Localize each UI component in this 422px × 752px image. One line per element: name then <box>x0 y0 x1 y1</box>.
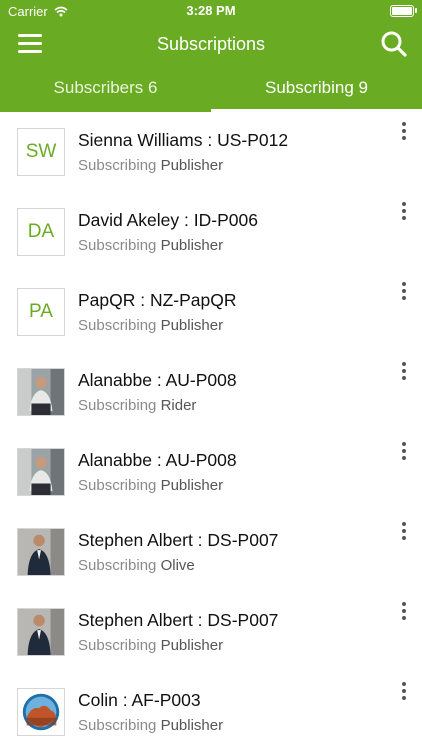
list-item[interactable]: PA PapQR : NZ-PapQR Subscribing Publishe… <box>0 272 422 352</box>
tab-subscribing[interactable]: Subscribing 9 <box>211 66 422 112</box>
item-status: Subscribing <box>78 557 157 574</box>
item-role: Publisher <box>160 477 224 494</box>
list-item[interactable]: DA David Akeley : ID-P006 Subscribing Pu… <box>0 192 422 272</box>
more-options-icon[interactable] <box>400 442 408 460</box>
item-status: Subscribing <box>78 717 157 734</box>
more-options-icon[interactable] <box>400 682 408 700</box>
avatar: PA <box>17 288 65 336</box>
status-time: 3:28 PM <box>186 3 236 18</box>
more-options-icon[interactable] <box>400 122 408 140</box>
tab-bar: Subscribers 6 Subscribing 9 <box>0 66 422 112</box>
more-options-icon[interactable] <box>400 282 408 300</box>
search-icon[interactable] <box>380 30 408 58</box>
item-name: Alanabbe : AU-P008 <box>78 370 237 390</box>
avatar: SW <box>17 128 65 176</box>
item-name: Alanabbe : AU-P008 <box>78 450 237 470</box>
item-status: Subscribing <box>78 397 157 414</box>
item-name: Stephen Albert : DS-P007 <box>78 530 279 550</box>
more-options-icon[interactable] <box>400 362 408 380</box>
item-role: Publisher <box>160 717 224 734</box>
item-role: Publisher <box>160 237 224 254</box>
more-options-icon[interactable] <box>400 602 408 620</box>
battery-icon <box>390 5 417 17</box>
status-bar: Carrier 3:28 PM <box>0 0 422 22</box>
avatar-initials: PA <box>29 301 53 322</box>
item-role: Olive <box>160 557 195 574</box>
list-item[interactable]: Alanabbe : AU-P008 Subscribing Publisher <box>0 432 422 512</box>
avatar-photo <box>17 448 65 496</box>
avatar-photo <box>17 368 65 416</box>
item-status: Subscribing <box>78 637 157 654</box>
item-name: Sienna Williams : US-P012 <box>78 130 289 150</box>
item-status: Subscribing <box>78 157 157 174</box>
list-item[interactable]: SW Sienna Williams : US-P012 Subscribing… <box>0 112 422 192</box>
subscription-list: SW Sienna Williams : US-P012 Subscribing… <box>0 112 422 752</box>
tab-subscribers[interactable]: Subscribers 6 <box>0 66 211 112</box>
page-title: Subscriptions <box>156 33 266 54</box>
avatar-photo <box>17 528 65 576</box>
list-item[interactable]: Stephen Albert : DS-P007 Subscribing Pub… <box>0 592 422 672</box>
avatar: DA <box>17 208 65 256</box>
item-role: Rider <box>160 397 197 414</box>
avatar-initials: DA <box>27 221 55 242</box>
list-item[interactable]: Colin : AF-P003 Subscribing Publisher <box>0 672 422 752</box>
item-role: Publisher <box>160 157 224 174</box>
item-role: Publisher <box>160 637 224 654</box>
avatar-initials: SW <box>25 141 57 162</box>
more-options-icon[interactable] <box>400 202 408 220</box>
item-status: Subscribing <box>78 317 157 334</box>
item-status: Subscribing <box>78 237 157 254</box>
list-item[interactable]: Alanabbe : AU-P008 Subscribing Rider <box>0 352 422 432</box>
item-name: Colin : AF-P003 <box>78 690 201 710</box>
avatar-photo <box>17 688 65 736</box>
item-name: David Akeley : ID-P006 <box>78 210 258 230</box>
item-name: Stephen Albert : DS-P007 <box>78 610 279 630</box>
item-name: PapQR : NZ-PapQR <box>78 290 237 310</box>
more-options-icon[interactable] <box>400 522 408 540</box>
item-role: Publisher <box>160 317 224 334</box>
app-header: Carrier 3:28 PM Subscriptions Subscriber… <box>0 0 422 112</box>
item-status: Subscribing <box>78 477 157 494</box>
nav-bar: Subscriptions <box>0 22 422 66</box>
list-item[interactable]: Stephen Albert : DS-P007 Subscribing Oli… <box>0 512 422 592</box>
avatar-photo <box>17 608 65 656</box>
